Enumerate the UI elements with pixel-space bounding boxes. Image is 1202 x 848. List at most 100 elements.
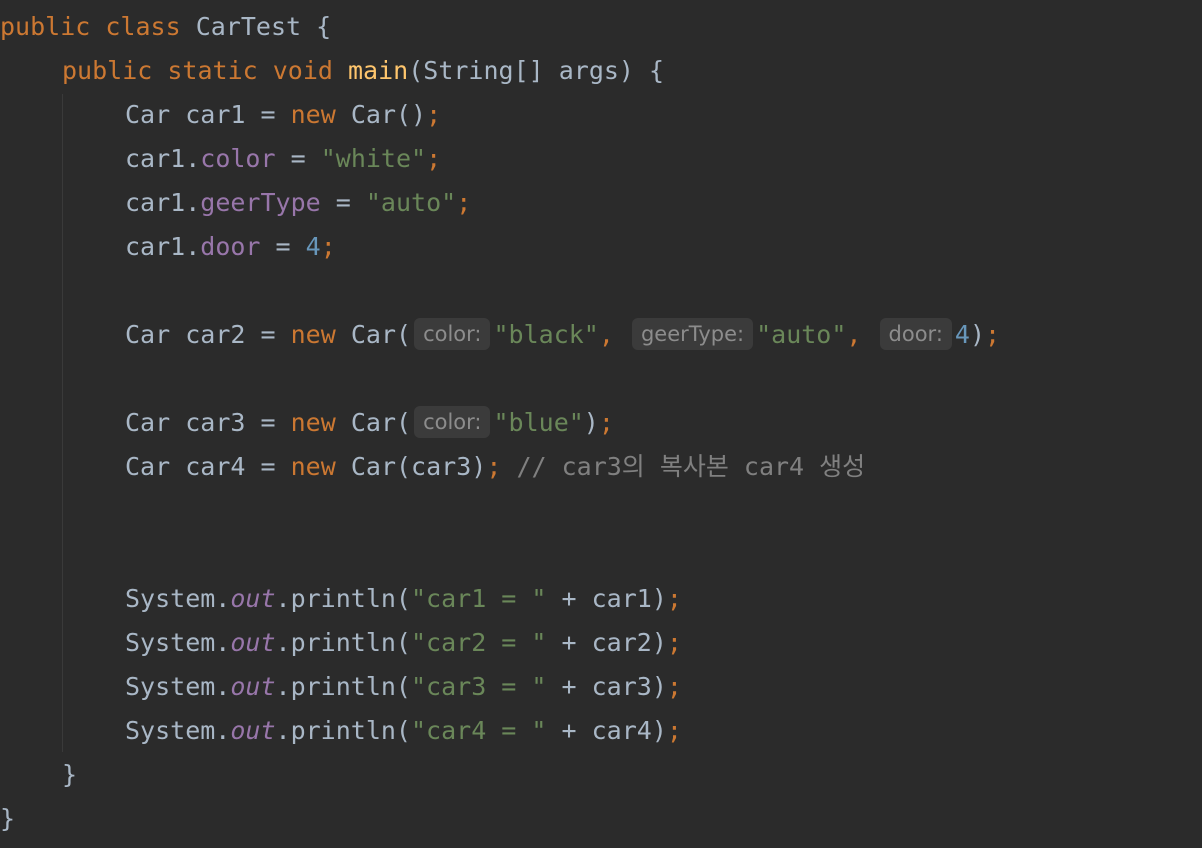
assign-op: = bbox=[260, 320, 276, 349]
code-line-19: } bbox=[0, 797, 15, 841]
system-ref: System. bbox=[125, 584, 231, 613]
new-keyword: new bbox=[290, 100, 336, 129]
out-field: out bbox=[230, 628, 276, 657]
code-line-16: System.out.println("car3 = " + car3); bbox=[125, 665, 682, 709]
println-call: .println( bbox=[275, 628, 411, 657]
code-editor[interactable]: public class CarTest { public static voi… bbox=[0, 0, 1202, 848]
assign-op: = bbox=[260, 452, 276, 481]
new-keyword: new bbox=[290, 408, 336, 437]
code-line-15: System.out.println("car2 = " + car2); bbox=[125, 621, 682, 665]
code-line-4: car1.color = "white"; bbox=[125, 137, 441, 181]
code-line-2: public static void main(String[] args) { bbox=[62, 49, 664, 93]
car1-ref: car1. bbox=[125, 188, 201, 217]
assign-op: = bbox=[260, 408, 276, 437]
assign-op: = bbox=[335, 188, 351, 217]
car1-ctor: Car() bbox=[350, 100, 427, 129]
comma: , bbox=[846, 320, 862, 349]
ctor-open: Car( bbox=[350, 408, 412, 437]
geertype-value: "auto" bbox=[365, 188, 457, 217]
car1-ref: car1. bbox=[125, 232, 201, 261]
param-hint-geertype: geerType: bbox=[631, 318, 754, 350]
code-line-5: car1.geerType = "auto"; bbox=[125, 181, 471, 225]
var-car3: car3 bbox=[185, 408, 246, 437]
out-field: out bbox=[230, 716, 276, 745]
comma: , bbox=[598, 320, 614, 349]
semicolon: ; bbox=[456, 188, 472, 217]
car3-color-arg: "blue" bbox=[493, 408, 584, 437]
semicolon: ; bbox=[666, 716, 682, 745]
code-line-10: Car car3 = new Car(color: "blue"); bbox=[125, 401, 614, 445]
car2-geer-arg: "auto" bbox=[756, 320, 847, 349]
system-ref: System. bbox=[125, 628, 231, 657]
print3-string: "car3 = " bbox=[410, 672, 547, 701]
code-line-1: public class CarTest { bbox=[0, 5, 331, 49]
var-car4: car4 bbox=[185, 452, 246, 481]
car1-ref: car1. bbox=[125, 144, 201, 173]
open-brace: { bbox=[316, 12, 332, 41]
color-field: color bbox=[200, 144, 276, 173]
semicolon: ; bbox=[320, 232, 336, 261]
print1-rest: + car1) bbox=[561, 584, 667, 613]
code-line-6: car1.door = 4; bbox=[125, 225, 336, 269]
code-line-14: System.out.println("car1 = " + car1); bbox=[125, 577, 682, 621]
assign-op: = bbox=[290, 144, 306, 173]
door-field: door bbox=[200, 232, 261, 261]
main-method-name: main bbox=[348, 56, 409, 85]
code-line-17: System.out.println("car4 = " + car4); bbox=[125, 709, 682, 753]
close-paren: ) bbox=[583, 408, 599, 437]
class-close-brace: } bbox=[0, 804, 16, 833]
out-field: out bbox=[230, 672, 276, 701]
code-line-3: Car car1 = new Car(); bbox=[125, 93, 441, 137]
code-line-18: } bbox=[62, 753, 77, 797]
ctor-open: Car( bbox=[350, 320, 412, 349]
print1-string: "car1 = " bbox=[410, 584, 547, 613]
class-keyword: public class bbox=[0, 12, 181, 41]
door-value: 4 bbox=[305, 232, 321, 261]
var-car2: car2 bbox=[185, 320, 246, 349]
new-keyword: new bbox=[290, 320, 336, 349]
close-paren: ) bbox=[969, 320, 986, 349]
println-call: .println( bbox=[275, 716, 411, 745]
class-name: CarTest bbox=[195, 12, 302, 41]
print2-string: "car2 = " bbox=[410, 628, 547, 657]
print3-rest: + car3) bbox=[561, 672, 667, 701]
copy-comment: // car3의 복사본 car4 생성 bbox=[516, 452, 866, 481]
param-hint-color: color: bbox=[414, 406, 491, 438]
indent-guide-class bbox=[62, 94, 63, 752]
semicolon: ; bbox=[598, 408, 614, 437]
print4-string: "car4 = " bbox=[410, 716, 547, 745]
geertype-field: geerType bbox=[200, 188, 321, 217]
code-line-8: Car car2 = new Car(color: "black", geerTy… bbox=[125, 313, 1000, 357]
assign-op: = bbox=[260, 100, 276, 129]
type-name: Car bbox=[125, 452, 171, 481]
semicolon: ; bbox=[985, 320, 1001, 349]
new-keyword: new bbox=[290, 452, 336, 481]
semicolon: ; bbox=[666, 628, 682, 657]
println-call: .println( bbox=[275, 584, 411, 613]
semicolon: ; bbox=[666, 584, 682, 613]
print4-rest: + car4) bbox=[561, 716, 667, 745]
semicolon: ; bbox=[666, 672, 682, 701]
code-line-11: Car car4 = new Car(car3); // car3의 복사본 c… bbox=[125, 445, 865, 489]
type-name: Car bbox=[125, 320, 171, 349]
type-name: Car bbox=[125, 408, 171, 437]
car4-ctor: Car(car3) bbox=[350, 452, 487, 481]
system-ref: System. bbox=[125, 672, 231, 701]
out-field: out bbox=[230, 584, 276, 613]
semicolon: ; bbox=[486, 452, 502, 481]
semicolon: ; bbox=[426, 144, 442, 173]
println-call: .println( bbox=[275, 672, 411, 701]
color-value: "white" bbox=[320, 144, 427, 173]
system-ref: System. bbox=[125, 716, 231, 745]
car2-color-arg: "black" bbox=[493, 320, 599, 349]
main-params: (String[] args) { bbox=[408, 56, 665, 85]
method-close-brace: } bbox=[62, 760, 78, 789]
car2-door-arg: 4 bbox=[954, 320, 970, 349]
var-car1: car1 bbox=[185, 100, 246, 129]
semicolon: ; bbox=[426, 100, 442, 129]
param-hint-door: door: bbox=[879, 318, 952, 350]
main-modifiers: public static void bbox=[62, 56, 333, 85]
assign-op: = bbox=[275, 232, 291, 261]
print2-rest: + car2) bbox=[561, 628, 667, 657]
type-name: Car bbox=[125, 100, 171, 129]
